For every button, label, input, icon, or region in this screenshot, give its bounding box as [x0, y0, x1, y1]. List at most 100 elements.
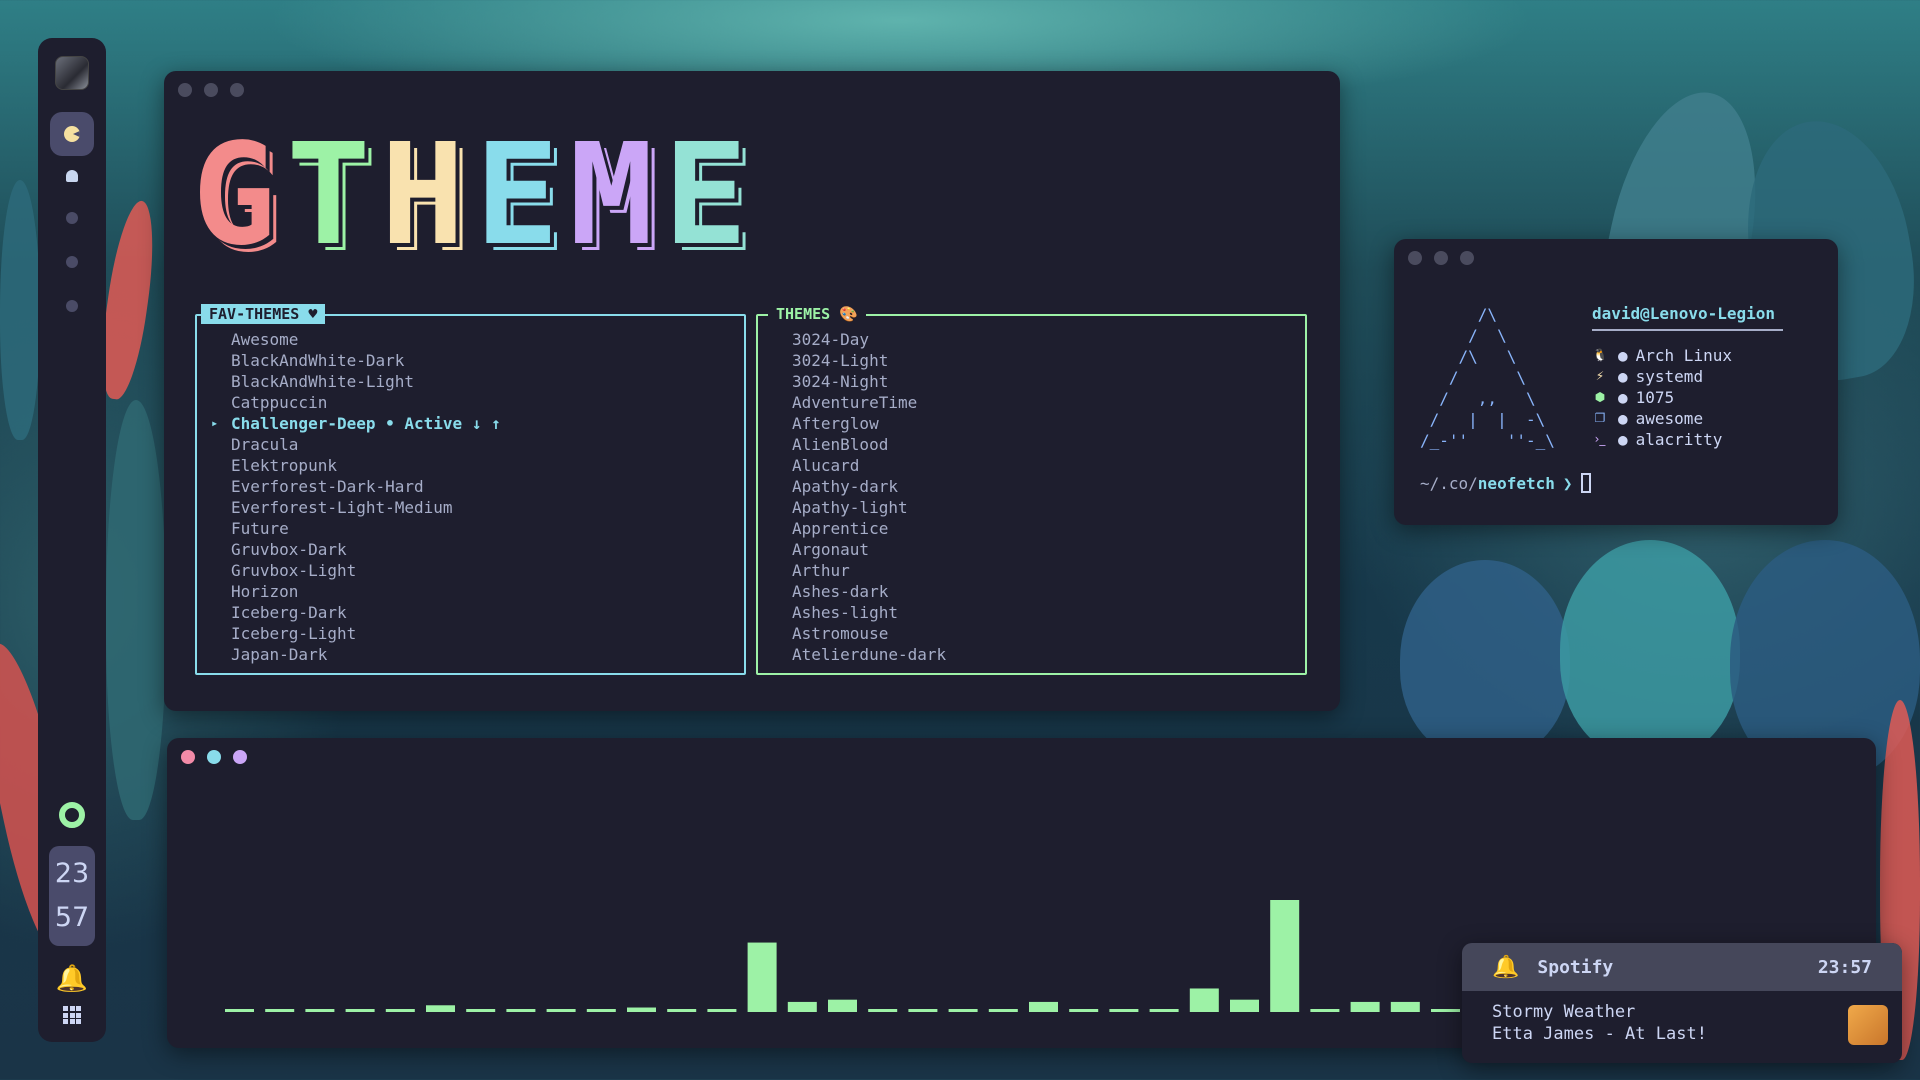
fav-themes-title: FAV-THEMES ♥ [201, 304, 326, 324]
system-info-row: ❐ ● awesome [1592, 408, 1732, 429]
theme-item[interactable]: BlackAndWhite-Dark [231, 350, 501, 371]
pacman-icon [64, 126, 80, 142]
bullet: ● [1618, 430, 1628, 449]
theme-item[interactable]: Ashes-light [792, 602, 946, 623]
sidebar: 23 57 🔔 [38, 38, 106, 1042]
bell-icon[interactable]: 🔔 [56, 964, 88, 994]
theme-item[interactable]: Atelierdune-dark [792, 644, 946, 665]
visualizer-bar [506, 1009, 536, 1012]
theme-item[interactable]: Gruvbox-Dark [231, 539, 501, 560]
visualizer-bar [1270, 900, 1300, 1012]
visualizer-bar [546, 1009, 576, 1012]
theme-item[interactable]: Iceberg-Dark [231, 602, 501, 623]
notification-header: 🔔 Spotify 23:57 [1462, 943, 1902, 991]
theme-item[interactable]: Ashes-dark [792, 581, 946, 602]
workspace-4-dot[interactable] [66, 256, 78, 268]
theme-item[interactable]: Japan-Dark [231, 644, 501, 665]
prompt-path: ~/.co/ [1420, 473, 1478, 493]
theme-item[interactable]: Everforest-Light-Medium [231, 497, 501, 518]
system-info-value: awesome [1635, 409, 1704, 428]
close-dot[interactable] [178, 83, 192, 97]
logo-letter: E [474, 114, 560, 277]
logo-letter: E [663, 114, 748, 277]
theme-item[interactable]: 3024-Night [792, 371, 946, 392]
theme-item[interactable]: Apprentice [792, 518, 946, 539]
theme-item[interactable]: Apathy-dark [792, 476, 946, 497]
visualizer-bar [787, 1001, 817, 1012]
workspace-3-dot[interactable] [66, 212, 78, 224]
theme-item[interactable]: Gruvbox-Light [231, 560, 501, 581]
close-dot[interactable] [1408, 251, 1422, 265]
theme-item[interactable]: Apathy-light [792, 497, 946, 518]
window-controls [1408, 251, 1474, 265]
package-icon: ⬢ [1594, 390, 1606, 404]
theme-item[interactable]: Argonaut [792, 539, 946, 560]
theme-item[interactable]: Horizon [231, 581, 501, 602]
maximize-dot[interactable] [233, 750, 247, 764]
app-grid-icon[interactable] [63, 1006, 81, 1024]
theme-item[interactable]: AlienBlood [792, 434, 946, 455]
theme-item[interactable]: 3024-Light [792, 350, 946, 371]
clock-hour: 23 [54, 858, 90, 889]
visualizer-bar [747, 942, 777, 1012]
system-info-row: ⚡ ● systemd [1592, 366, 1732, 387]
visualizer-bar [1149, 1009, 1179, 1012]
song-title: Stormy Weather [1492, 1002, 1636, 1022]
theme-item[interactable]: BlackAndWhite-Light [231, 371, 501, 392]
system-info-row: ⬢ ● 1075 [1592, 387, 1732, 408]
theme-item[interactable]: Challenger-Deep • Active ↓ ↑ [211, 413, 501, 434]
workspace-1-button[interactable] [50, 112, 94, 156]
notification-time: 23:57 [1817, 956, 1872, 978]
theme-item[interactable]: Future [231, 518, 501, 539]
minimize-dot[interactable] [207, 750, 221, 764]
theme-item[interactable]: Astromouse [792, 623, 946, 644]
user-host: david@Lenovo-Legion [1592, 304, 1783, 331]
close-dot[interactable] [181, 750, 195, 764]
minimize-dot[interactable] [1434, 251, 1448, 265]
terminal-icon: ›_ [1594, 432, 1606, 446]
visualizer-bar [1431, 1009, 1460, 1012]
visualizer-bar [345, 1009, 375, 1012]
theme-item[interactable]: 3024-Day [792, 329, 946, 350]
shell-prompt[interactable]: ~/.co/neofetch ❯ [1420, 473, 1591, 493]
visualizer-bar [1310, 1009, 1340, 1012]
maximize-dot[interactable] [230, 83, 244, 97]
avatar[interactable] [55, 56, 89, 90]
workspace-5-dot[interactable] [66, 300, 78, 312]
visualizer-bar [828, 999, 857, 1012]
theme-item[interactable]: Arthur [792, 560, 946, 581]
fav-themes-panel: FAV-THEMES ♥ Awesome BlackAndWhite-Dark Bl… [195, 304, 746, 675]
theme-item[interactable]: Everforest-Dark-Hard [231, 476, 501, 497]
bullet: ● [1618, 367, 1628, 386]
window-controls [178, 83, 244, 97]
system-info-value: systemd [1635, 367, 1704, 386]
maximize-dot[interactable] [1460, 251, 1474, 265]
visualizer-bar [627, 1007, 656, 1012]
visualizer-bar [667, 1009, 697, 1012]
theme-item[interactable]: AdventureTime [792, 392, 946, 413]
logo-letter: G [192, 114, 277, 277]
theme-item[interactable]: Catppuccin [231, 392, 501, 413]
notification-app: Spotify [1537, 956, 1614, 978]
logo-letter: T [286, 114, 371, 277]
minimize-dot[interactable] [204, 83, 218, 97]
theme-item[interactable]: Elektropunk [231, 455, 501, 476]
status-ring-icon[interactable] [59, 802, 85, 828]
theme-item[interactable]: Afterglow [792, 413, 946, 434]
logo-letter: H [380, 114, 465, 277]
neofetch-window: /\ / \ /\ \ / \ / ,, \ / | | -\ /_-'' ''… [1394, 239, 1838, 525]
theme-item[interactable]: Iceberg-Light [231, 623, 501, 644]
system-info-value: Arch Linux [1635, 346, 1732, 365]
system-info-list: 🐧 ● Arch Linux ⚡ ● systemd ⬢ ● 1075 ❐ ● awesome ›_ ● a… [1592, 345, 1732, 450]
ghost-icon[interactable] [66, 170, 78, 182]
song-artist: Etta James - At Last! [1492, 1024, 1707, 1044]
theme-item[interactable]: Dracula [231, 434, 501, 455]
visualizer-bar [1069, 1009, 1099, 1012]
visualizer-bar [707, 1009, 737, 1012]
gtheme-logo: GTHEME [192, 114, 748, 277]
visualizer-bar [466, 1009, 496, 1012]
theme-item[interactable]: Alucard [792, 455, 946, 476]
theme-item[interactable]: Awesome [231, 329, 501, 350]
spotify-notification[interactable]: 🔔 Spotify 23:57 Stormy Weather Etta Jame… [1462, 943, 1902, 1063]
bullet: ● [1618, 346, 1628, 365]
